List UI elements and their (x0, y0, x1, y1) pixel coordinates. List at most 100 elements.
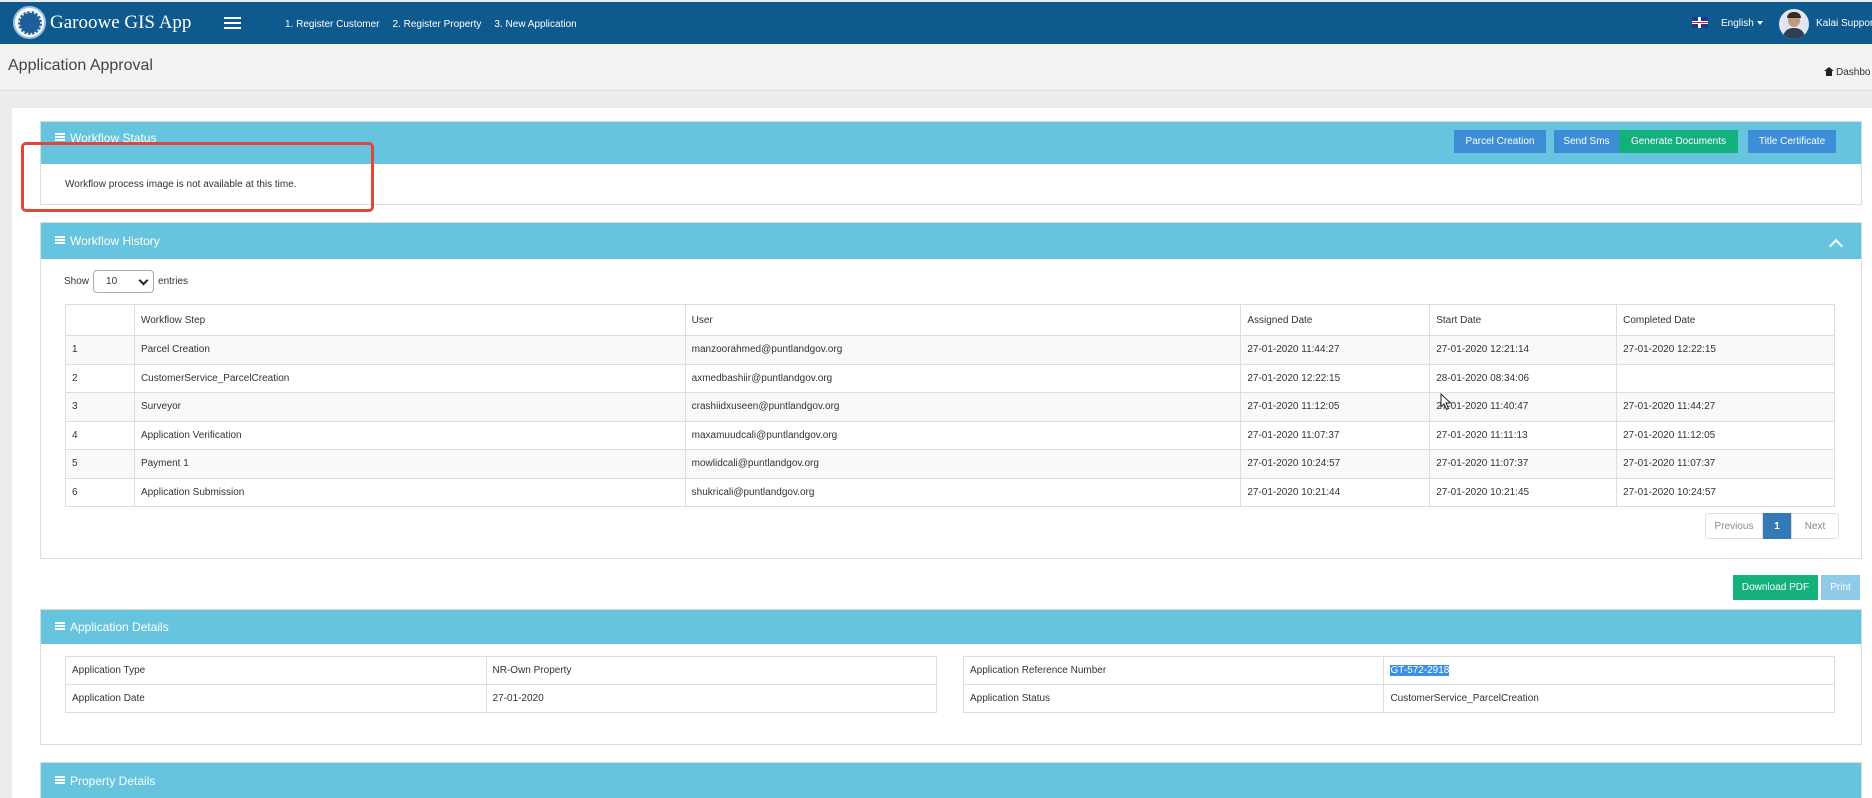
pagination-next[interactable]: Next (1791, 513, 1839, 539)
send-sms-button[interactable]: Send Sms (1554, 130, 1619, 153)
table-cell: 27-01-2020 10:21:45 (1429, 477, 1618, 507)
table-cell: Parcel Creation (133, 335, 686, 365)
panel-title: Workflow History (55, 234, 160, 248)
column-header[interactable]: Workflow Step (133, 304, 686, 336)
table-row: 2 CustomerService_ParcelCreation axmedba… (65, 363, 1835, 393)
top-nav: 1. Register Customer 2. Register Propert… (285, 19, 590, 30)
detail-value: NR-Own Property (485, 656, 938, 685)
generate-documents-button[interactable]: Generate Documents (1619, 130, 1738, 153)
brand-name: Garoowe GIS App (50, 11, 192, 33)
table-row: 5 Payment 1 mowlidcali@puntlandgov.org 2… (65, 449, 1835, 479)
table-cell: axmedbashiir@puntlandgov.org (684, 363, 1242, 393)
workflow-history-header: Workflow History (41, 223, 1861, 259)
panel-title: Application Details (55, 620, 169, 634)
table-header-row: Workflow Step User Assigned Date Start D… (65, 304, 1835, 336)
workflow-history-table: Workflow Step User Assigned Date Start D… (65, 304, 1835, 507)
list-icon (55, 776, 65, 784)
table-cell: 27-01-2020 11:07:37 (1240, 420, 1431, 450)
table-cell: 27-01-2020 11:40:47 (1429, 392, 1618, 422)
pagination-previous[interactable]: Previous (1705, 513, 1763, 539)
pagination-page-1[interactable]: 1 (1763, 513, 1791, 539)
title-certificate-button[interactable]: Title Certificate (1748, 130, 1836, 153)
entries-label: entries (158, 276, 189, 287)
detail-label: Application Type (65, 656, 487, 685)
collapse-chevron-up-icon[interactable] (1828, 238, 1844, 254)
avatar[interactable] (1779, 9, 1809, 39)
detail-label: Application Status (962, 684, 1385, 713)
panel-title: Property Details (55, 774, 155, 788)
table-row: 6 Application Submission shukricali@punt… (65, 477, 1835, 507)
breadcrumb[interactable]: Dashbo (1824, 67, 1870, 78)
list-icon (55, 236, 65, 244)
table-cell: 27-01-2020 11:44:27 (1240, 335, 1431, 365)
table-cell: 27-01-2020 10:24:57 (1240, 449, 1431, 479)
brand[interactable]: Garoowe GIS App (13, 6, 191, 39)
table-row: Application Status CustomerService_Parce… (962, 684, 1835, 713)
column-header[interactable]: Assigned Date (1240, 304, 1431, 336)
uk-flag-icon[interactable] (1692, 17, 1708, 28)
table-cell: 27-01-2020 11:07:37 (1616, 449, 1835, 479)
column-header[interactable]: Start Date (1429, 304, 1618, 336)
table-row: Application Date 27-01-2020 (65, 684, 938, 713)
entries-select[interactable]: 10 (93, 270, 155, 293)
detail-value: 27-01-2020 (485, 684, 938, 713)
table-cell: crashiidxuseen@puntlandgov.org (684, 392, 1242, 422)
show-label: Show (64, 276, 90, 287)
detail-label: Application Date (65, 684, 487, 713)
table-cell: maxamuudcali@puntlandgov.org (684, 420, 1242, 450)
table-cell: 27-01-2020 11:12:05 (1240, 392, 1431, 422)
pagination: Previous 1 Next (1705, 513, 1839, 539)
table-cell: 27-01-2020 12:21:14 (1429, 335, 1618, 365)
breadcrumb-dashboard[interactable]: Dashbo (1836, 67, 1870, 78)
application-details-header: Application Details (41, 610, 1861, 644)
download-pdf-button[interactable]: Download PDF (1733, 575, 1818, 600)
property-details-header: Property Details (41, 763, 1861, 798)
column-header[interactable] (65, 304, 135, 336)
highlight-frame (21, 142, 374, 212)
table-row: 4 Application Verification maxamuudcali@… (65, 420, 1835, 450)
table-cell: 27-01-2020 12:22:15 (1616, 335, 1835, 365)
table-cell: 6 (65, 477, 135, 507)
parcel-creation-button[interactable]: Parcel Creation (1454, 130, 1546, 153)
table-row: 3 Surveyor crashiidxuseen@puntlandgov.or… (65, 392, 1835, 422)
entries-select-value: 10 (106, 276, 118, 287)
column-header[interactable]: Completed Date (1616, 304, 1835, 336)
reference-number-value: GT-572-2918 (1390, 665, 1450, 676)
table-cell: Surveyor (133, 392, 686, 422)
page-title: Application Approval (8, 57, 153, 74)
table-cell: 28-01-2020 08:34:06 (1429, 363, 1618, 393)
print-button[interactable]: Print (1821, 575, 1860, 600)
column-header[interactable]: User (684, 304, 1242, 336)
table-cell: 2 (65, 363, 135, 393)
table-row: 1 Parcel Creation manzoorahmed@puntlandg… (65, 335, 1835, 365)
nav-register-customer[interactable]: 1. Register Customer (285, 19, 379, 30)
table-cell: Payment 1 (133, 449, 686, 479)
application-details-left-table: Application Type NR-Own Property Applica… (65, 656, 938, 713)
table-row: Application Reference Number GT-572-2918 (962, 656, 1835, 685)
application-details-title: Application Details (70, 620, 169, 634)
detail-label: Application Reference Number (962, 656, 1385, 685)
menu-toggle-icon[interactable] (224, 17, 241, 29)
table-cell: 4 (65, 420, 135, 450)
entries-length-control: Show 10 entries (64, 270, 188, 293)
table-cell: 27-01-2020 12:22:15 (1240, 363, 1431, 393)
detail-value: CustomerService_ParcelCreation (1383, 684, 1835, 713)
table-cell: 27-01-2020 11:44:27 (1616, 392, 1835, 422)
logo-icon (13, 6, 46, 39)
table-cell: 3 (65, 392, 135, 422)
table-cell: 5 (65, 449, 135, 479)
home-icon (1824, 67, 1834, 76)
property-details-title: Property Details (70, 774, 156, 788)
language-label: English (1721, 18, 1754, 29)
application-details-right-table: Application Reference Number GT-572-2918… (962, 656, 1835, 713)
table-cell (1616, 363, 1835, 393)
page-header: Application Approval Dashbo (0, 44, 1872, 91)
nav-new-application[interactable]: 3. New Application (494, 19, 576, 30)
user-name[interactable]: Kalai Suppor (1816, 18, 1872, 29)
workflow-history-title: Workflow History (70, 234, 160, 248)
language-dropdown[interactable]: English (1721, 18, 1763, 29)
nav-register-property[interactable]: 2. Register Property (392, 19, 481, 30)
property-details-panel: Property Details (40, 762, 1862, 798)
top-navbar: Garoowe GIS App 1. Register Customer 2. … (0, 2, 1872, 44)
table-cell: shukricali@puntlandgov.org (684, 477, 1242, 507)
